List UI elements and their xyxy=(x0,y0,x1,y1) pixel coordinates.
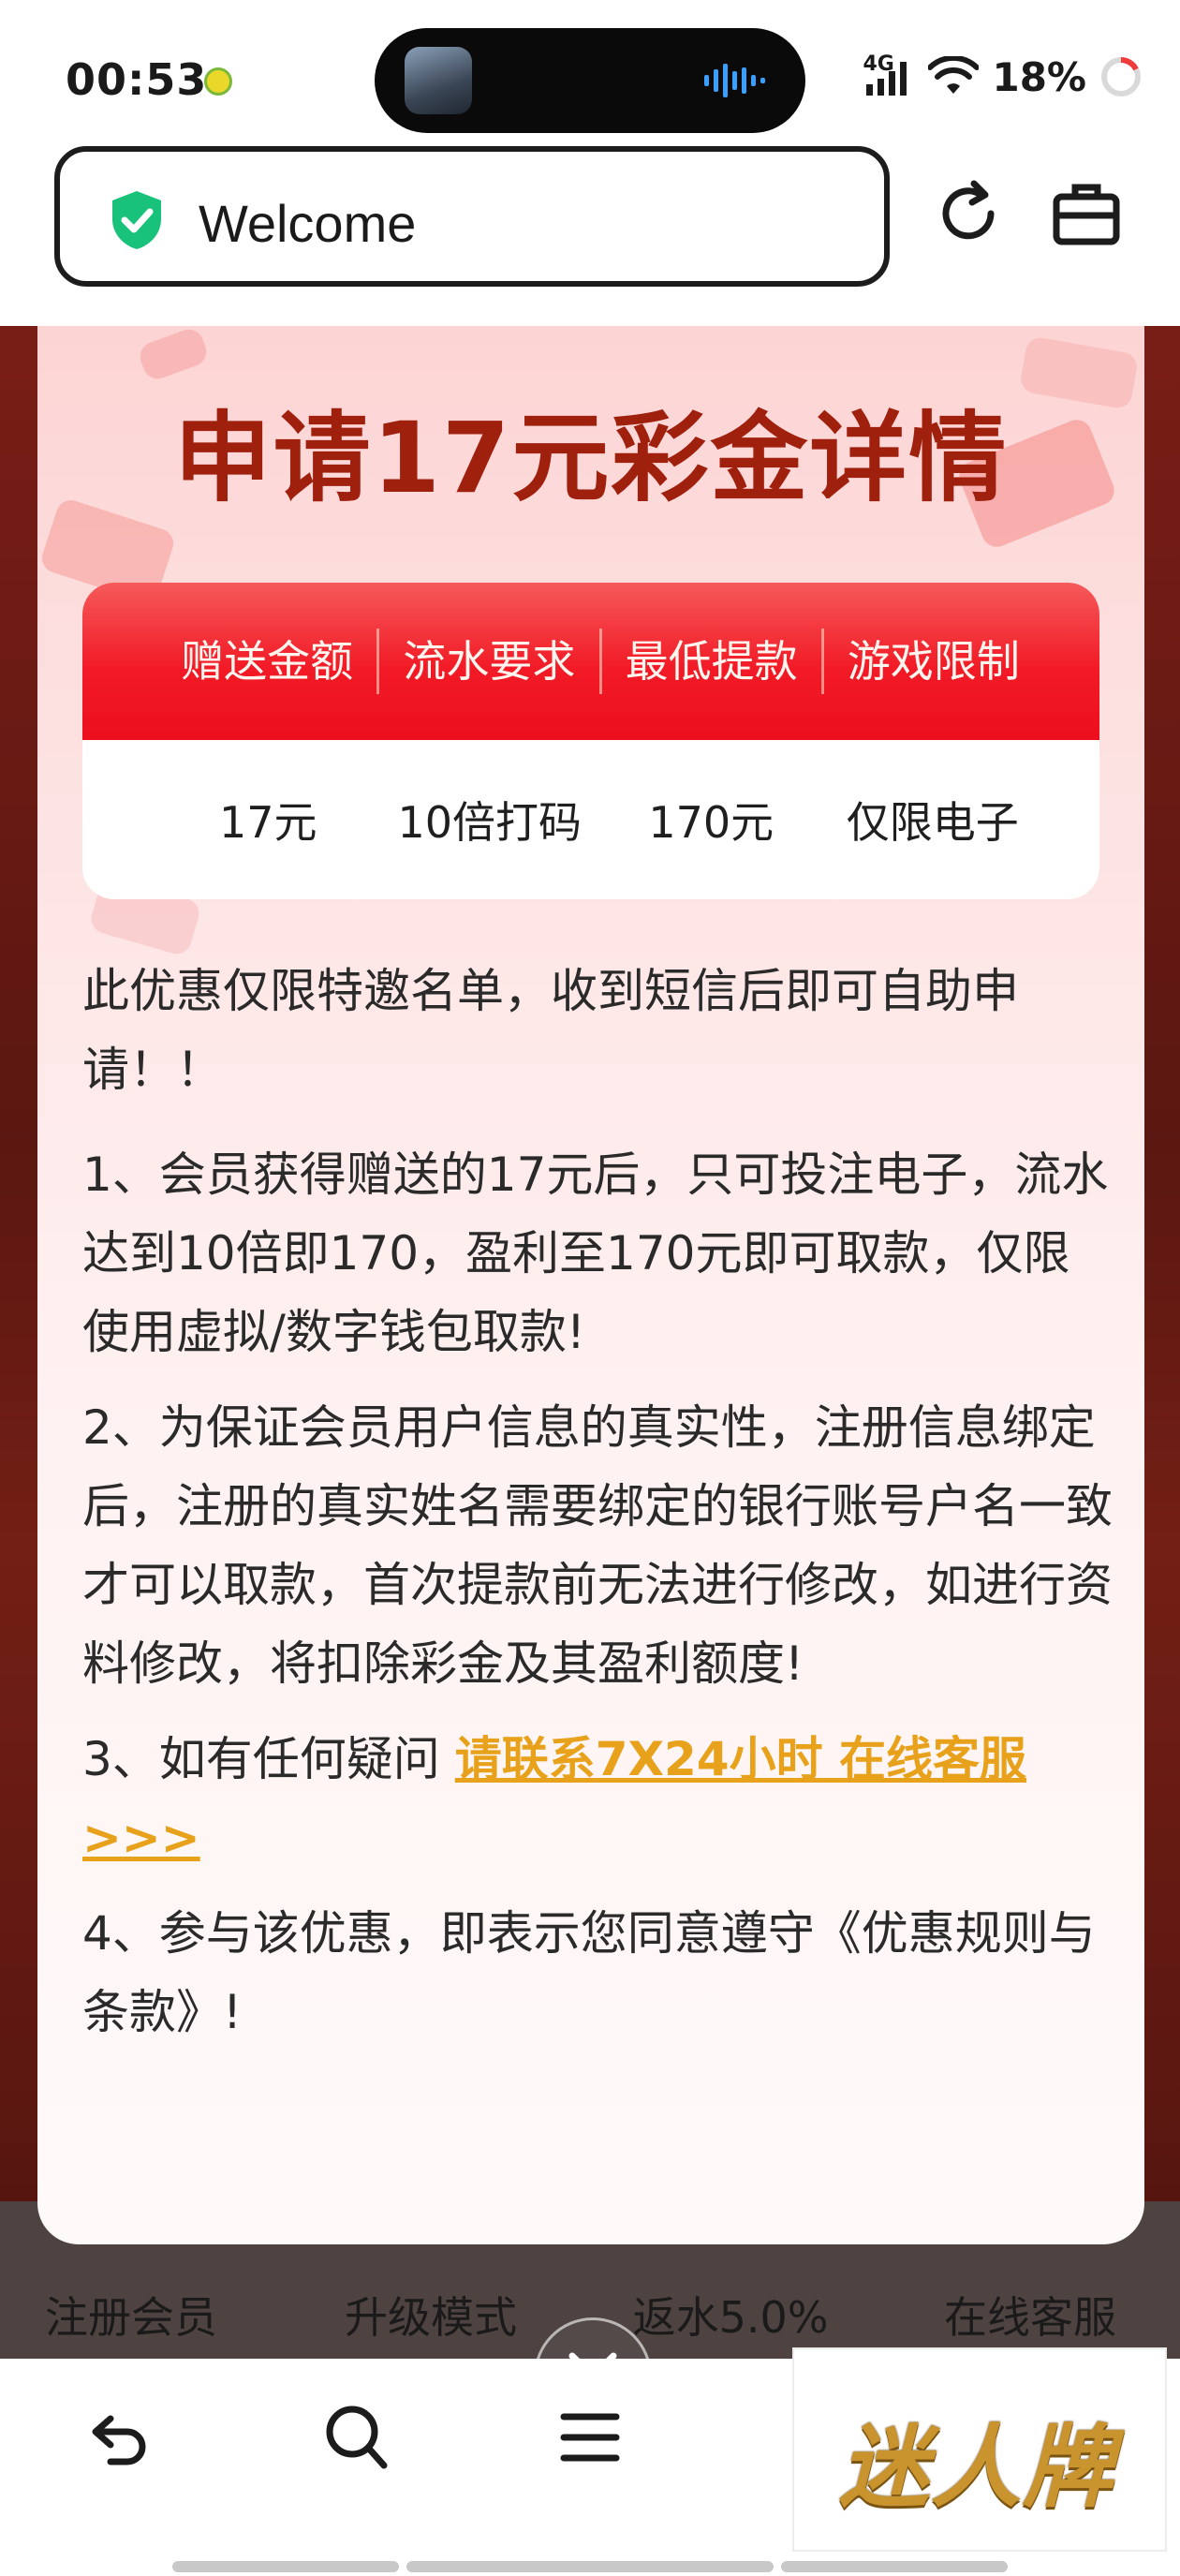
table-header-cell: 流水要求 xyxy=(379,629,602,694)
table-header-cell: 赠送金额 xyxy=(157,629,380,694)
rule-1: 1、会员获得赠送的17元后，只可投注电子，流水达到10倍即170，盈利至170元… xyxy=(82,1147,1109,1359)
menu-icon[interactable] xyxy=(560,2411,620,2464)
battery-ring-icon xyxy=(1101,57,1141,96)
table-header-cell: 游戏限制 xyxy=(847,636,1020,687)
search-icon[interactable] xyxy=(324,2404,390,2471)
promo-intro: 此优惠仅限特邀名单，收到短信后即可自助申请！！ xyxy=(82,964,1019,1097)
audio-wave-icon xyxy=(704,64,765,97)
battery-percentage: 18% xyxy=(992,53,1086,100)
status-time: 00:53 xyxy=(66,54,208,105)
reload-icon[interactable] xyxy=(933,178,1004,249)
promo-details-modal: 申请17元彩金详情 赠送金额 流水要求 最低提款 游戏限制 17元 10倍打码 … xyxy=(37,326,1144,2244)
status-indicators: 4G 18% xyxy=(863,52,1143,101)
rule-4: 4、参与该优惠，即表示您同意遵守《优惠规则与条款》! xyxy=(82,1906,1096,2039)
red-envelope-decoration xyxy=(136,326,211,383)
promo-rules: 此优惠仅限特邀名单，收到短信后即可自助申请！！ 1、会员获得赠送的17元后，只可… xyxy=(82,952,1113,2068)
bonus-info-table: 赠送金额 流水要求 最低提款 游戏限制 17元 10倍打码 170元 仅限电子 xyxy=(82,583,1099,899)
rule-3-text: 3、如有任何疑问 xyxy=(82,1732,455,1786)
rule-3: 3、如有任何疑问 请联系7X24小时 在线客服 >>> xyxy=(82,1720,1113,1877)
secure-shield-icon xyxy=(112,191,161,249)
table-header-cell: 最低提款 xyxy=(602,629,824,694)
home-indicator xyxy=(781,2561,1008,2572)
wifi-icon xyxy=(928,56,980,94)
home-indicator xyxy=(406,2561,774,2572)
table-cell: 10倍打码 xyxy=(397,797,583,848)
page-title: Welcome xyxy=(199,194,417,253)
brand-logo: 迷人牌 xyxy=(839,2415,1114,2520)
back-icon[interactable] xyxy=(86,2406,152,2471)
table-row: 17元 10倍打码 170元 仅限电子 xyxy=(82,740,1099,899)
table-cell: 17元 xyxy=(218,797,317,848)
status-bar: 00:53 4G 18% xyxy=(0,0,1180,141)
table-cell: 仅限电子 xyxy=(846,797,1019,848)
app-notification-icon xyxy=(204,67,232,96)
modal-title: 申请17元彩金详情 xyxy=(173,401,1009,515)
media-thumbnail xyxy=(405,47,472,114)
table-cell: 170元 xyxy=(648,797,774,848)
rule-2: 2、为保证会员用户信息的真实性，注册信息绑定后，注册的真实姓名需要绑定的银行账号… xyxy=(82,1400,1113,1691)
table-header-row: 赠送金额 流水要求 最低提款 游戏限制 xyxy=(82,583,1099,740)
dynamic-island[interactable] xyxy=(375,28,805,133)
address-bar[interactable]: Welcome xyxy=(54,146,890,287)
home-indicator xyxy=(172,2561,399,2572)
toolbox-icon[interactable] xyxy=(1053,182,1120,247)
cellular-signal-icon: 4G xyxy=(863,52,915,97)
promo-logo-badge[interactable]: 迷人牌 xyxy=(792,2347,1167,2552)
